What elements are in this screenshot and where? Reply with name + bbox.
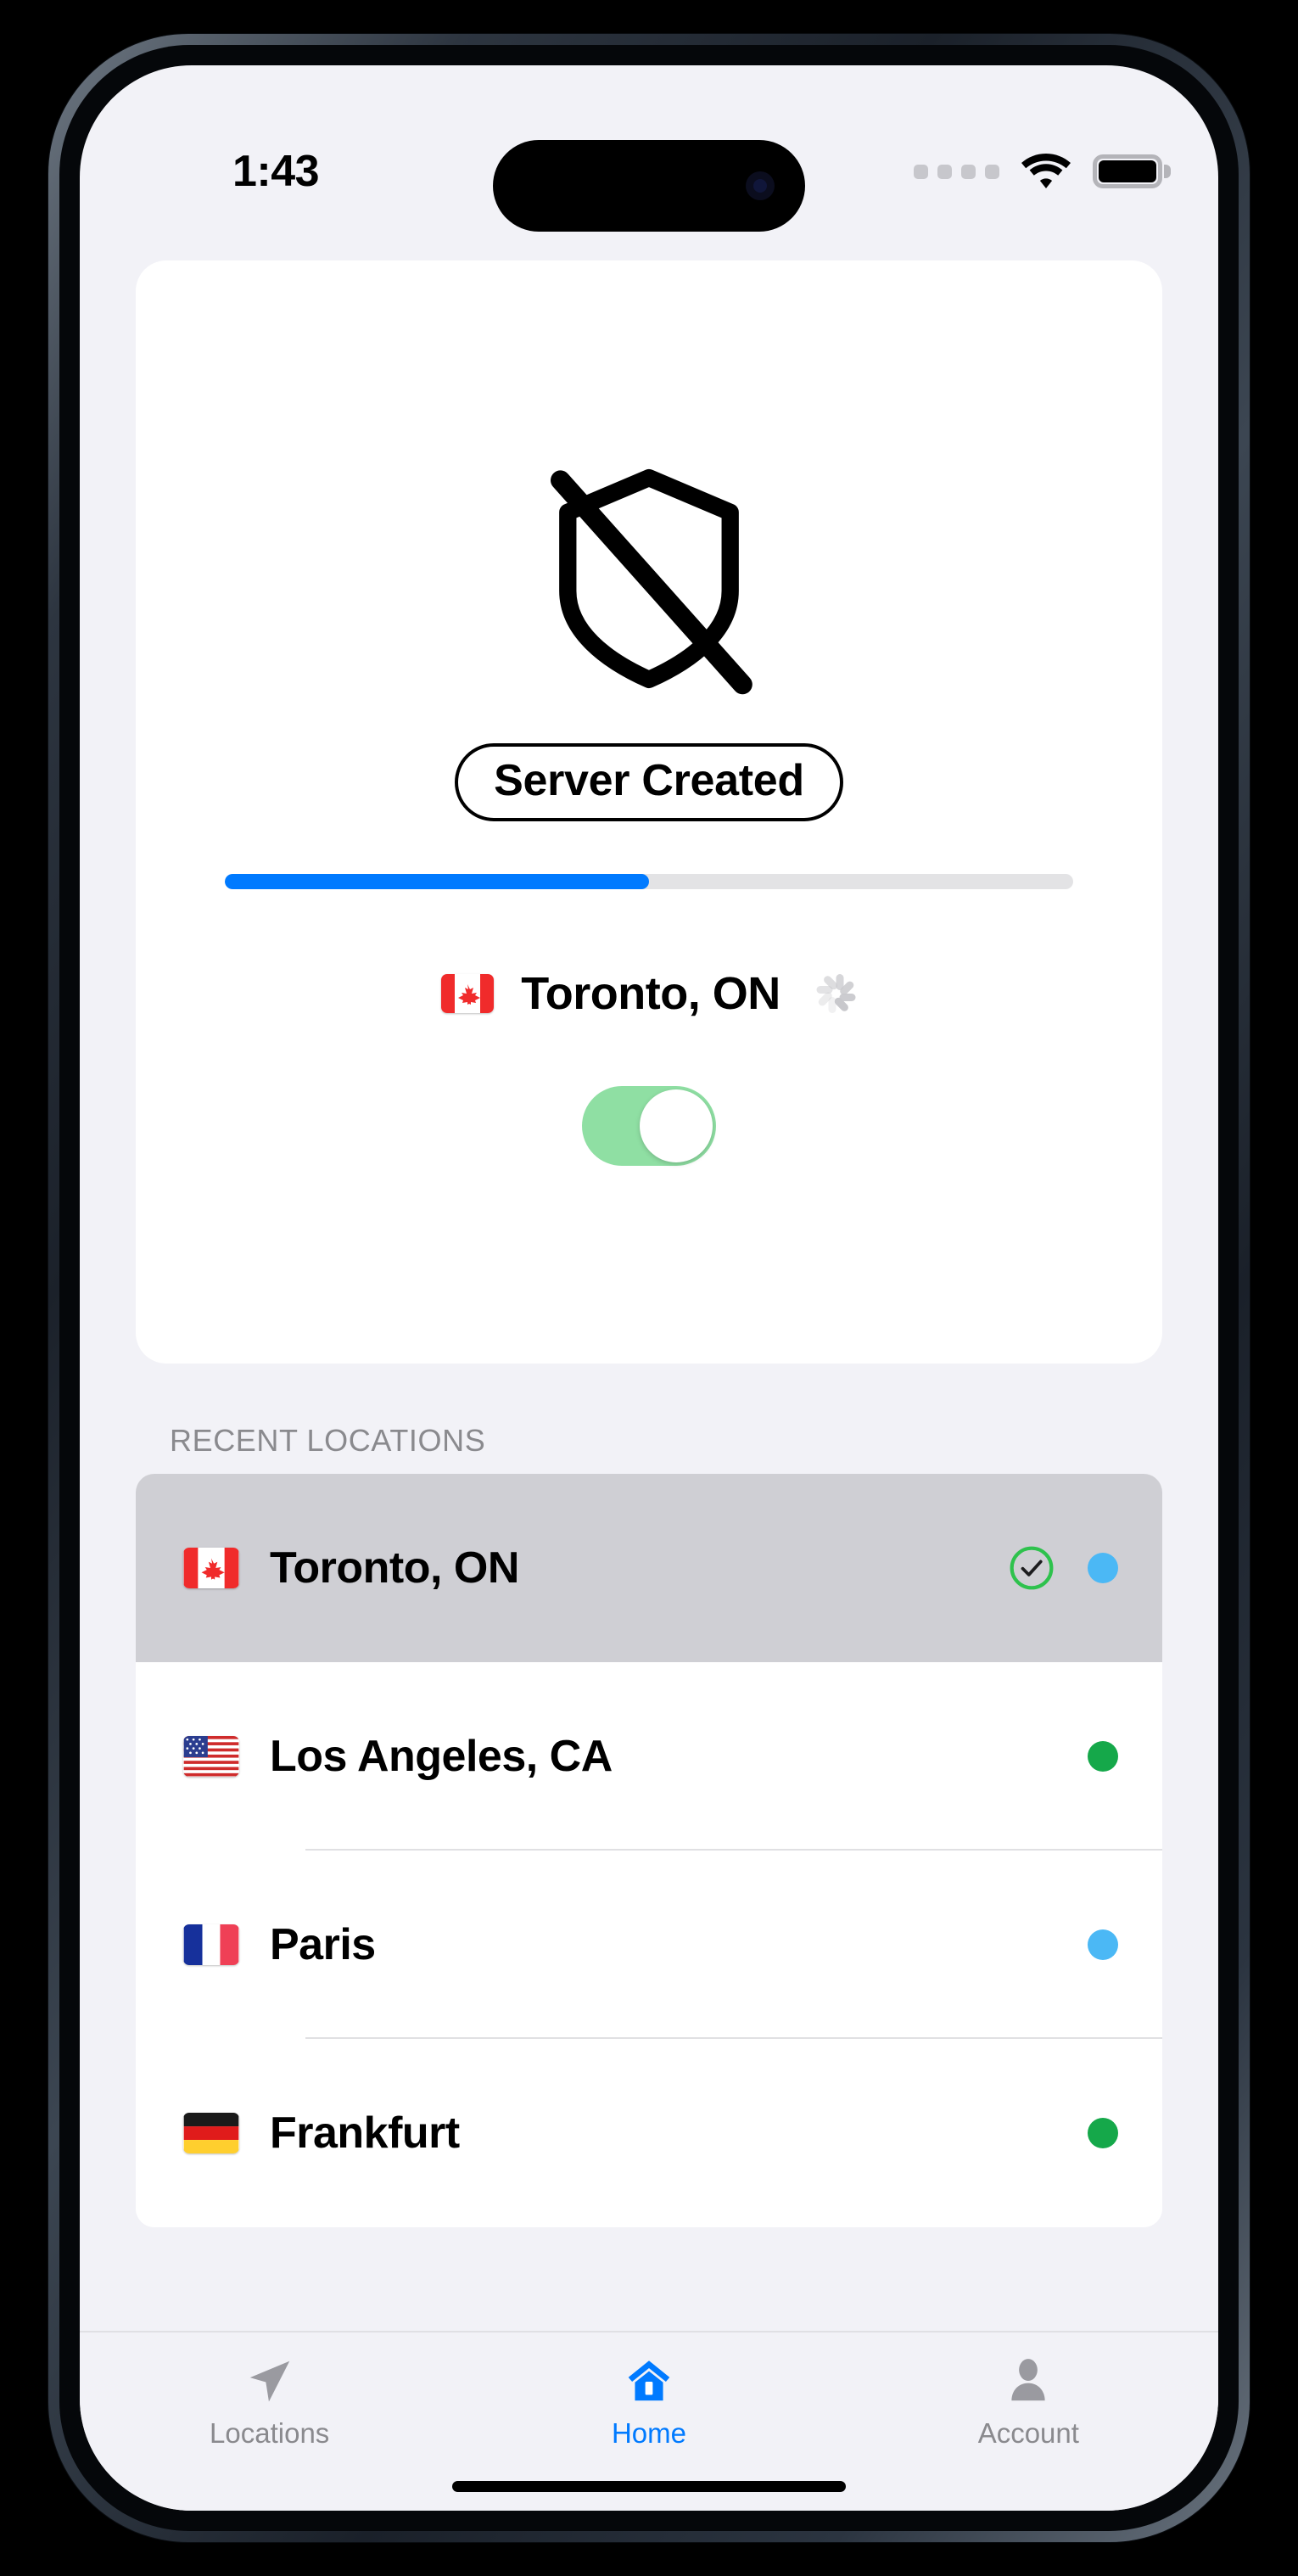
tab-locations[interactable]: Locations (80, 2355, 459, 2450)
connection-progress-bar (225, 874, 1073, 889)
recent-locations-list: Toronto, ON Los Angeles, CA Paris Frankf… (136, 1474, 1162, 2227)
battery-full-icon (1093, 154, 1171, 188)
phone-screen: 1:43 Server Created Toronto, ON RECENT L… (80, 65, 1218, 2511)
list-item[interactable]: Toronto, ON (136, 1474, 1162, 1662)
toggle-knob (640, 1089, 713, 1162)
list-item-status (1088, 1929, 1118, 1960)
canada-flag-icon (183, 1548, 239, 1588)
connection-status-card: Server Created Toronto, ON (136, 260, 1162, 1364)
status-indicators (914, 154, 1171, 189)
usa-flag-icon (183, 1736, 239, 1777)
list-item-label: Los Angeles, CA (270, 1732, 613, 1781)
status-dot (1088, 2118, 1118, 2148)
dynamic-island (493, 140, 805, 232)
list-item-label: Toronto, ON (270, 1543, 519, 1593)
list-item[interactable]: Frankfurt (136, 2039, 1162, 2227)
tab-home[interactable]: Home (459, 2355, 838, 2450)
connection-status-badge: Server Created (455, 743, 843, 821)
tab-label: Home (611, 2417, 686, 2449)
home-icon (623, 2355, 675, 2407)
list-item[interactable]: Paris (136, 1851, 1162, 2039)
account-person-icon (1002, 2355, 1055, 2407)
connection-progress-fill (225, 874, 649, 889)
list-item-status (1008, 1544, 1118, 1592)
status-time: 1:43 (232, 147, 320, 196)
phone-bezel: 1:43 Server Created Toronto, ON RECENT L… (59, 45, 1239, 2531)
front-camera-icon (746, 171, 775, 200)
loading-spinner-icon (808, 969, 857, 1018)
tab-account[interactable]: Account (839, 2355, 1218, 2450)
tab-label: Account (977, 2417, 1079, 2449)
status-dot (1088, 1929, 1118, 1960)
current-location-name: Toronto, ON (521, 968, 780, 1019)
list-item-label: Paris (270, 1920, 376, 1969)
list-item-label: Frankfurt (270, 2108, 460, 2158)
home-indicator[interactable] (452, 2481, 846, 2492)
list-item-status (1088, 2118, 1118, 2148)
location-arrow-icon (243, 2355, 296, 2407)
cellular-dots-icon (914, 164, 999, 179)
phone-frame: 1:43 Server Created Toronto, ON RECENT L… (48, 34, 1250, 2542)
current-location-row: Toronto, ON (441, 967, 856, 1020)
list-item[interactable]: Los Angeles, CA (136, 1662, 1162, 1851)
wifi-icon (1021, 154, 1071, 189)
status-dot (1088, 1553, 1118, 1583)
canada-flag-icon (441, 974, 495, 1013)
recent-locations-header: RECENT LOCATIONS (170, 1423, 486, 1458)
status-dot (1088, 1741, 1118, 1772)
tab-label: Locations (210, 2417, 330, 2449)
shield-slash-icon (526, 456, 772, 706)
france-flag-icon (183, 1924, 239, 1965)
check-circle-icon (1010, 1546, 1054, 1590)
germany-flag-icon (183, 2113, 239, 2153)
list-item-status (1088, 1741, 1118, 1772)
vpn-toggle-switch[interactable] (582, 1086, 716, 1166)
